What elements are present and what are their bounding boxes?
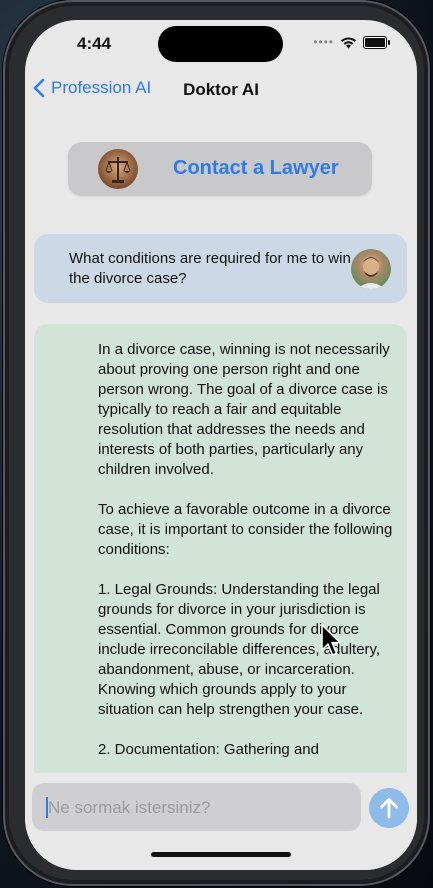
phone-frame: 4:44 •••• Profession AI Doktor AI Contac…	[3, 0, 430, 886]
arrow-up-icon	[380, 798, 398, 819]
battery-icon	[363, 35, 390, 49]
signal-dots-icon: ••••	[313, 35, 334, 49]
ai-paragraph: In a divorce case, winning is not necess…	[98, 341, 390, 478]
ai-paragraph: To achieve a favorable outcome in a divo…	[98, 501, 393, 558]
home-indicator	[151, 852, 291, 857]
contact-lawyer-label: Contact a Lawyer	[173, 157, 339, 179]
message-input[interactable]	[46, 783, 350, 833]
ai-message-text: In a divorce case, winning is not necess…	[98, 340, 394, 780]
ai-paragraph: 1. Legal Grounds: Understanding the lega…	[98, 581, 381, 718]
status-time: 4:44	[77, 34, 112, 53]
mouse-pointer-icon	[321, 624, 341, 656]
status-icons: ••••	[313, 35, 390, 49]
message-input-container[interactable]	[32, 783, 361, 833]
app-screen: 4:44 •••• Profession AI Doktor AI Contac…	[25, 20, 417, 870]
send-button[interactable]	[369, 788, 409, 828]
user-avatar	[351, 249, 391, 289]
wifi-icon	[341, 36, 356, 48]
contact-lawyer-button[interactable]: Contact a Lawyer	[68, 142, 372, 196]
dynamic-island	[158, 26, 283, 62]
page-title: Doktor AI	[183, 80, 259, 99]
user-message-bubble: What conditions are required for me to w…	[34, 234, 407, 303]
ai-paragraph: 2. Documentation: Gathering and	[98, 741, 319, 758]
user-message-text: What conditions are required for me to w…	[69, 250, 351, 287]
ai-message-bubble: In a divorce case, winning is not necess…	[34, 324, 407, 794]
scales-of-justice-icon	[98, 149, 138, 189]
